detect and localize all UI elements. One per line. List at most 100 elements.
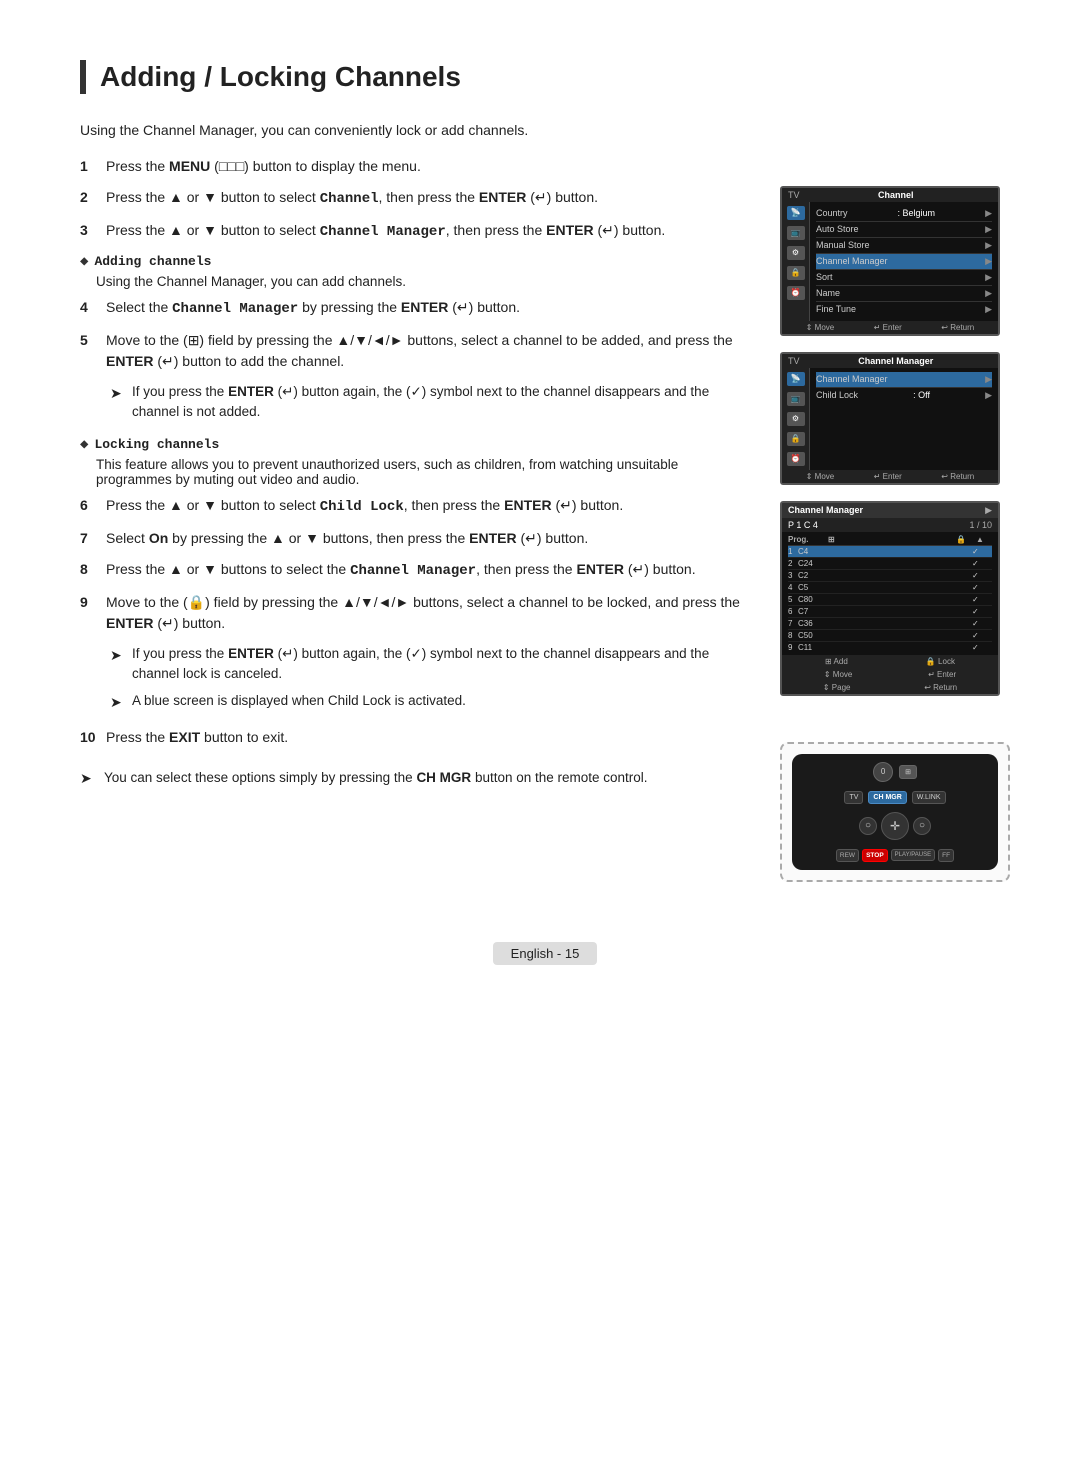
tv1-icon-3: ⚙ xyxy=(787,246,805,260)
remote-btn-stop: STOP xyxy=(862,849,888,862)
step-4-num: 4 xyxy=(80,297,102,318)
tv1-item-country: Country : Belgium ▶ xyxy=(816,206,992,222)
remote-btn-rew: REW xyxy=(836,849,859,862)
adding-arrow-note-1: ➤ If you press the ENTER (↵) button agai… xyxy=(110,382,750,423)
tv3-row-9: 9 C11 ✓ xyxy=(788,642,992,653)
locking-arrow-text-1: If you press the ENTER (↵) button again,… xyxy=(132,644,750,685)
step-1-num: 1 xyxy=(80,156,102,177)
locking-arrow-text-2: A blue screen is displayed when Child Lo… xyxy=(132,691,466,711)
arrow-icon-2: ➤ xyxy=(110,645,128,666)
tv2-icon-5: ⏰ xyxy=(787,452,805,466)
tv3-row-7: 7 C36 ✓ xyxy=(788,618,992,630)
tv3-title: Channel Manager xyxy=(788,505,863,515)
tv-screen-2: TV Channel Manager 📡 📺 ⚙ 🔒 ⏰ Channel Man… xyxy=(780,352,1000,485)
locking-arrow-note-1: ➤ If you press the ENTER (↵) button agai… xyxy=(110,644,750,685)
remote-btn-dpad: ✛ xyxy=(881,812,909,840)
step-2-num: 2 xyxy=(80,187,102,208)
tv1-item-manualstore: Manual Store ▶ xyxy=(816,238,992,254)
step-2-text: Press the ▲ or ▼ button to select Channe… xyxy=(106,187,750,210)
tv1-content: Country : Belgium ▶ Auto Store ▶ Manual … xyxy=(810,202,998,321)
step-9: 9 Move to the (🔒) field by pressing the … xyxy=(80,592,750,634)
tv1-item-name: Name ▶ xyxy=(816,286,992,302)
locking-channels-label: Locking channels xyxy=(94,437,219,452)
tv2-item-channelmgr: Channel Manager ▶ xyxy=(816,372,992,388)
adding-channels-section: ◆ Adding channels Using the Channel Mana… xyxy=(80,253,750,423)
step-7-num: 7 xyxy=(80,528,102,549)
remote-inner: 0 ⊞ TV CH MGR W.LINK ○ ✛ ○ REW STOP PLAY… xyxy=(792,754,998,870)
remote-top-row: 0 ⊞ xyxy=(873,762,917,782)
footer-note: ➤ You can select these options simply by… xyxy=(80,768,750,789)
step-5: 5 Move to the (⊞) field by pressing the … xyxy=(80,330,750,372)
tv1-footer: ⇕ Move ↵ Enter ↩ Return xyxy=(782,321,998,334)
tv3-row-4: 4 C5 ✓ xyxy=(788,582,992,594)
steps-1-3: 1 Press the MENU (□□□) button to display… xyxy=(80,156,750,243)
step-10-num: 10 xyxy=(80,727,102,748)
remote-btn-tv: 0 xyxy=(873,762,893,782)
remote-nav-row: ○ ✛ ○ xyxy=(859,812,931,840)
tv1-sidebar: 📡 📺 ⚙ 🔒 ⏰ xyxy=(782,202,810,321)
step-5-text: Move to the (⊞) field by pressing the ▲/… xyxy=(106,330,750,372)
tv1-icon-5: ⏰ xyxy=(787,286,805,300)
step-2: 2 Press the ▲ or ▼ button to select Chan… xyxy=(80,187,750,210)
tv3-row-3: 3 C2 ✓ xyxy=(788,570,992,582)
step-10: 10 Press the EXIT button to exit. xyxy=(80,727,750,748)
remote-middle-row: TV CH MGR W.LINK xyxy=(844,791,945,804)
tv3-footer-2: ⇕ Move ↵ Enter xyxy=(782,668,998,681)
step-6: 6 Press the ▲ or ▼ button to select Chil… xyxy=(80,495,750,518)
left-column: 1 Press the MENU (□□□) button to display… xyxy=(80,156,750,882)
locking-arrow-note-2: ➤ A blue screen is displayed when Child … xyxy=(110,691,750,713)
step-8: 8 Press the ▲ or ▼ buttons to select the… xyxy=(80,559,750,582)
tv3-row-2: 2 C24 ✓ xyxy=(788,558,992,570)
arrow-icon-3: ➤ xyxy=(110,692,128,713)
remote-screen-icon: ⊞ xyxy=(899,765,917,779)
step-10-text: Press the EXIT button to exit. xyxy=(106,727,750,748)
step-1-text: Press the MENU (□□□) button to display t… xyxy=(106,156,750,177)
page-footer: English - 15 xyxy=(80,942,1010,965)
step-8-num: 8 xyxy=(80,559,102,580)
tv3-footer-3: ⇕ Page ↩ Return xyxy=(782,681,998,694)
tv2-label-tv: TV xyxy=(788,356,800,366)
tv2-icon-1: 📡 xyxy=(787,372,805,386)
step-1: 1 Press the MENU (□□□) button to display… xyxy=(80,156,750,177)
right-column: TV Channel 📡 📺 ⚙ 🔒 ⏰ Country : Belgium ▶ xyxy=(780,156,1010,882)
tv1-item-channelmgr: Channel Manager ▶ xyxy=(816,254,992,270)
remote-btn-playpause: PLAY/PAUSE xyxy=(891,849,935,861)
remote-btn-circle2: ○ xyxy=(913,817,931,835)
diamond-icon-2: ◆ xyxy=(80,436,88,453)
tv1-icon-2: 📺 xyxy=(787,226,805,240)
tv2-icon-2: 📺 xyxy=(787,392,805,406)
tv-screen-1: TV Channel 📡 📺 ⚙ 🔒 ⏰ Country : Belgium ▶ xyxy=(780,186,1000,336)
step-4: 4 Select the Channel Manager by pressing… xyxy=(80,297,750,320)
intro-text: Using the Channel Manager, you can conve… xyxy=(80,122,1010,138)
page-title: Adding / Locking Channels xyxy=(80,60,1010,94)
step-4-text: Select the Channel Manager by pressing t… xyxy=(106,297,750,320)
diamond-icon: ◆ xyxy=(80,253,88,270)
tv3-row-8: 8 C50 ✓ xyxy=(788,630,992,642)
adding-channels-header: ◆ Adding channels xyxy=(80,253,750,270)
footer-note-text: You can select these options simply by p… xyxy=(104,768,648,788)
tv3-row-6: 6 C7 ✓ xyxy=(788,606,992,618)
tv1-title: Channel xyxy=(878,190,914,200)
tv-screen-3: Channel Manager ▶ P 1 C 4 1 / 10 Prog. ⊞… xyxy=(780,501,1000,696)
tv3-subtitle: P 1 C 4 xyxy=(788,520,818,530)
arrow-icon-1: ➤ xyxy=(110,383,128,404)
locking-channels-desc: This feature allows you to prevent unaut… xyxy=(96,457,750,487)
adding-channels-desc: Using the Channel Manager, you can add c… xyxy=(96,274,750,289)
locking-channels-section: ◆ Locking channels This feature allows y… xyxy=(80,436,750,713)
remote-btn-ff: FF xyxy=(938,849,954,862)
step-8-text: Press the ▲ or ▼ buttons to select the C… xyxy=(106,559,750,582)
tv2-content: Channel Manager ▶ Child Lock : Off ▶ xyxy=(810,368,998,470)
tv1-body: 📡 📺 ⚙ 🔒 ⏰ Country : Belgium ▶ Auto Store… xyxy=(782,202,998,321)
footer-arrow-icon: ➤ xyxy=(80,768,98,789)
tv1-item-finetune: Fine Tune ▶ xyxy=(816,302,992,317)
tv2-body: 📡 📺 ⚙ 🔒 ⏰ Channel Manager ▶ Child Lock :… xyxy=(782,368,998,470)
step-7: 7 Select On by pressing the ▲ or ▼ butto… xyxy=(80,528,750,549)
tv1-icon-1: 📡 xyxy=(787,206,805,220)
adding-channels-label: Adding channels xyxy=(94,254,211,269)
step-3-text: Press the ▲ or ▼ button to select Channe… xyxy=(106,220,750,243)
step-6-text: Press the ▲ or ▼ button to select Child … xyxy=(106,495,750,518)
tv2-title: Channel Manager xyxy=(858,356,933,366)
tv2-icon-4: 🔒 xyxy=(787,432,805,446)
step-9-text: Move to the (🔒) field by pressing the ▲/… xyxy=(106,592,750,634)
tv1-label-tv: TV xyxy=(788,190,800,200)
